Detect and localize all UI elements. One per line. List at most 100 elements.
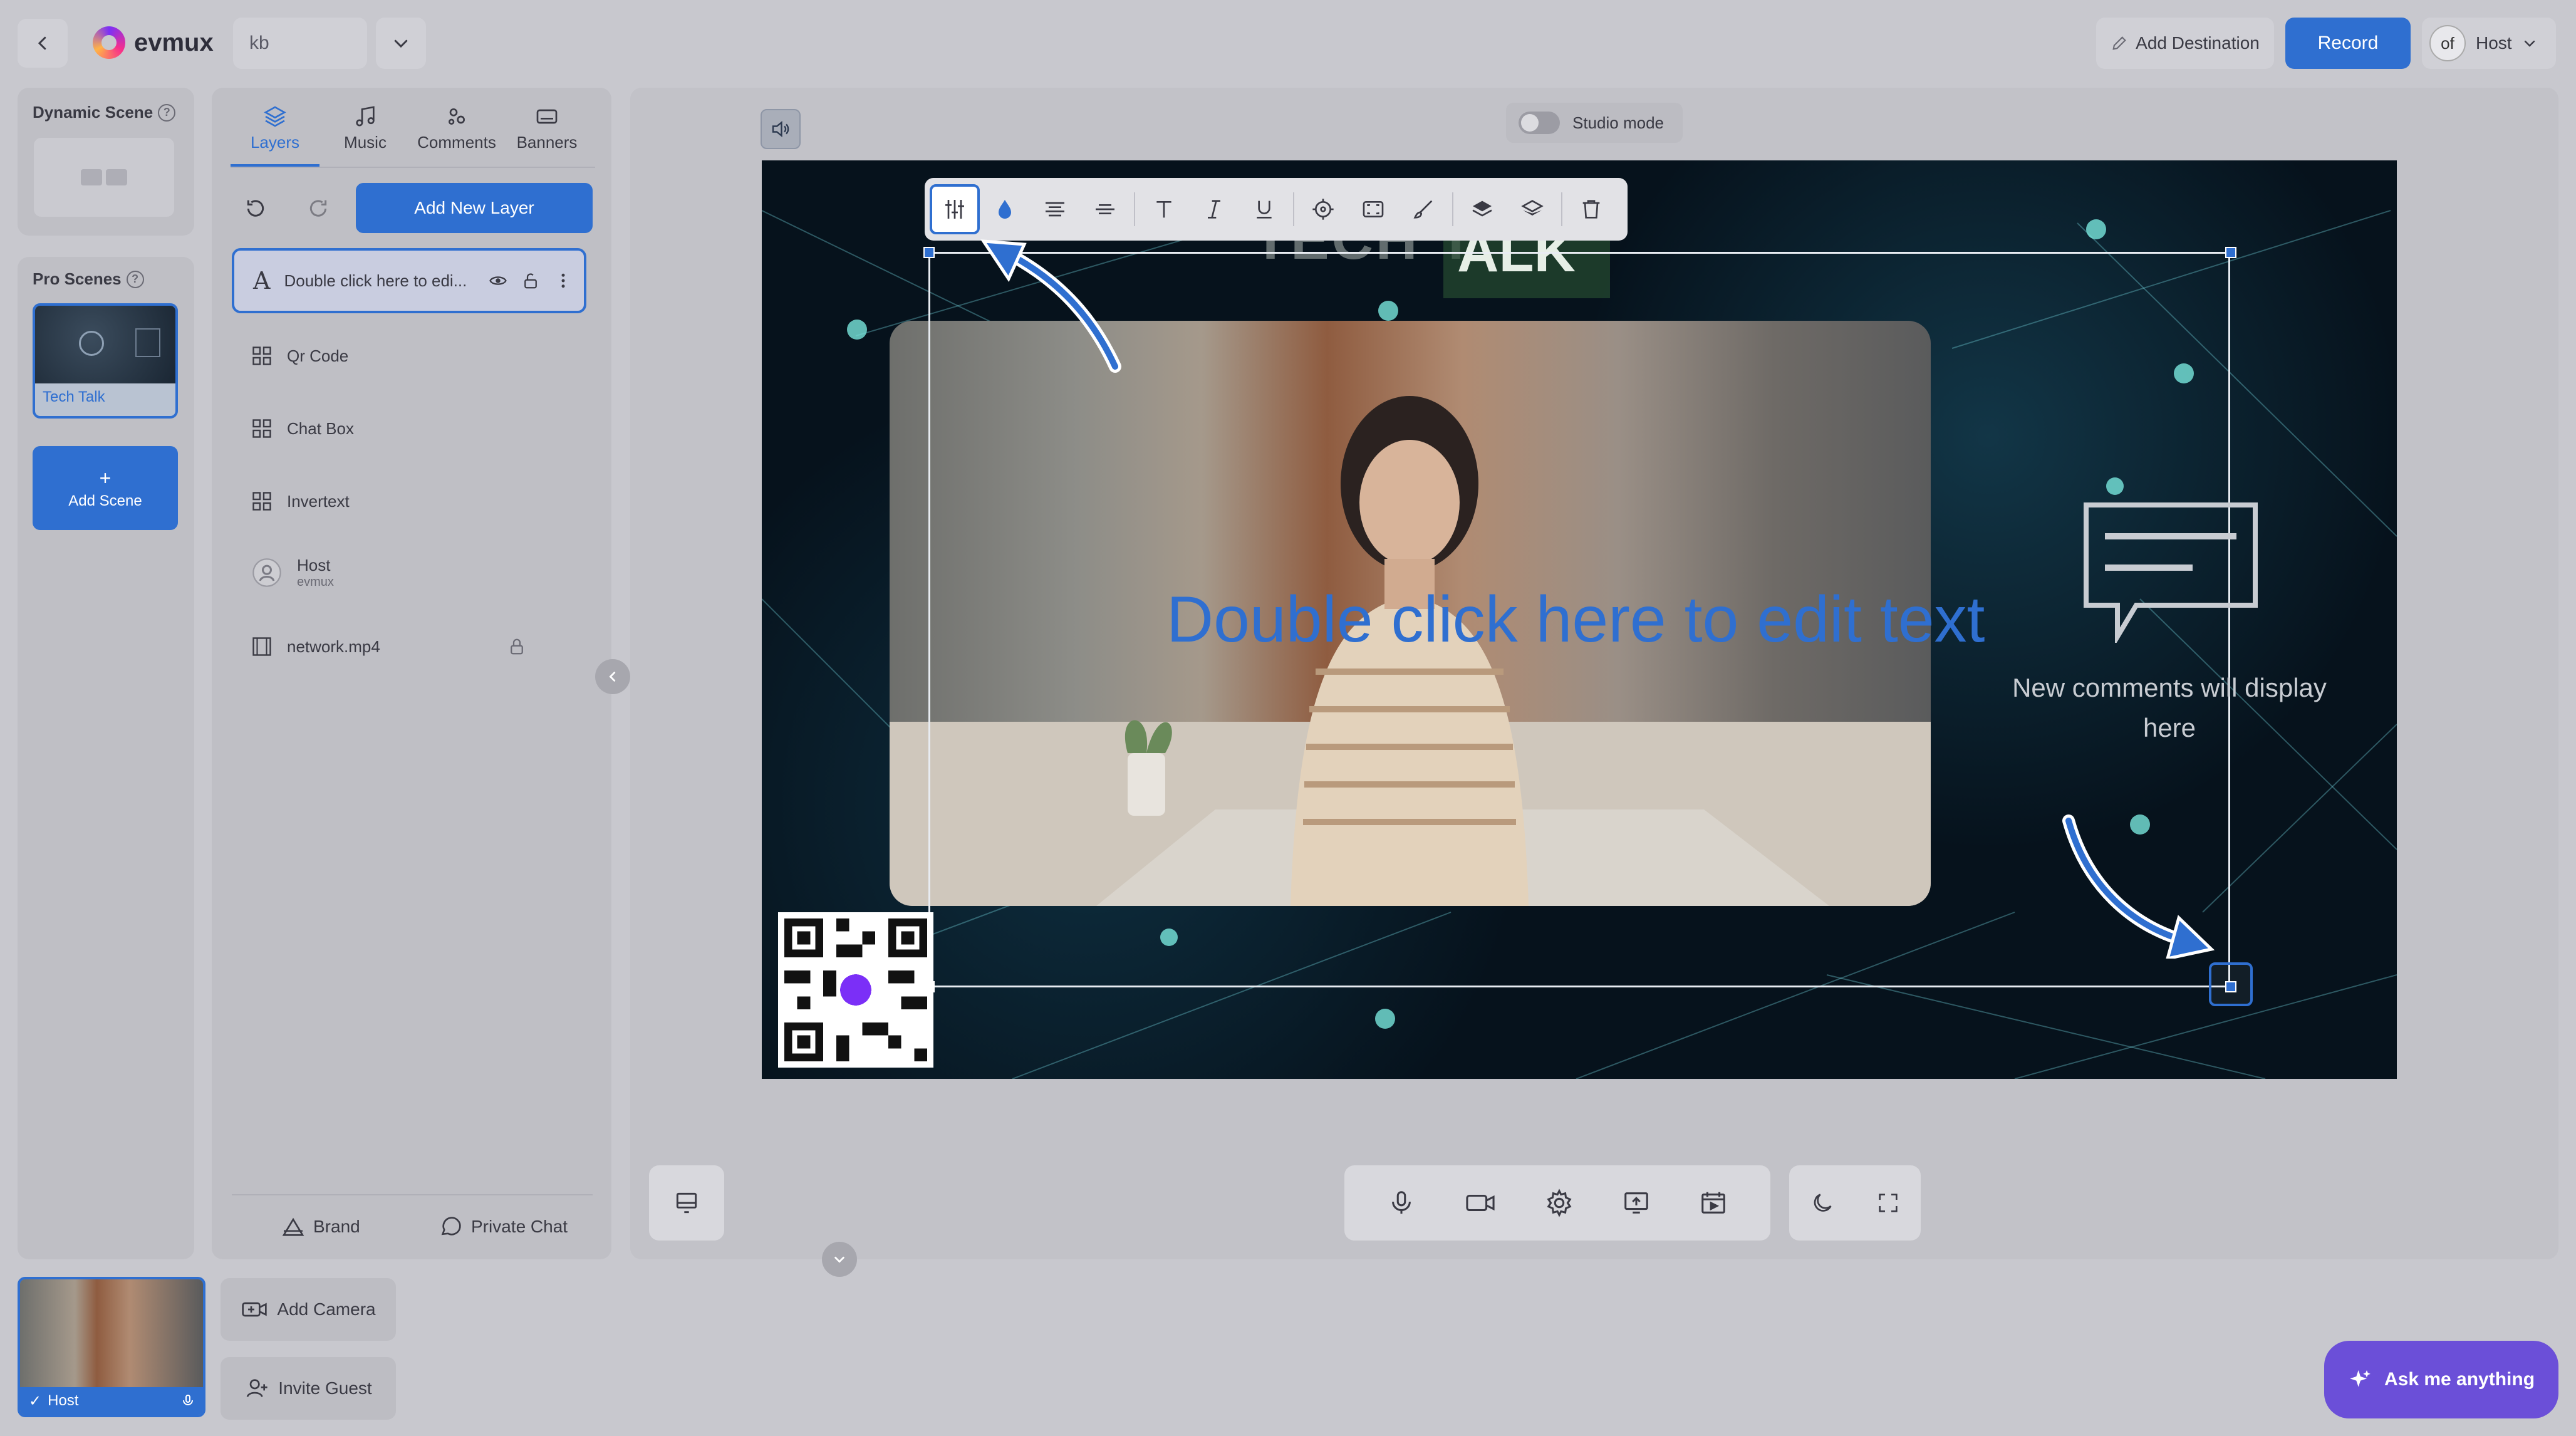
eye-icon[interactable] bbox=[489, 271, 507, 290]
layer-label: Invertext bbox=[287, 491, 350, 511]
pro-scenes-title: Pro Scenes ? bbox=[33, 269, 144, 289]
position-button[interactable] bbox=[1298, 184, 1348, 234]
brush-icon bbox=[1413, 200, 1433, 219]
scene-preview-image bbox=[35, 306, 175, 383]
gear-icon[interactable] bbox=[1545, 1189, 1574, 1217]
trash-icon bbox=[1582, 200, 1600, 219]
add-scene-label: Add Scene bbox=[68, 492, 142, 509]
add-destination-label: Add Destination bbox=[2136, 33, 2260, 53]
font-button[interactable] bbox=[1139, 184, 1189, 234]
resize-handle-top-right[interactable] bbox=[2225, 247, 2236, 258]
room-dropdown-button[interactable] bbox=[376, 18, 426, 69]
user-plus-icon bbox=[246, 1379, 267, 1397]
fit-frame-button[interactable] bbox=[1348, 184, 1398, 234]
layer-item-text[interactable]: A Double click here to edi... bbox=[232, 248, 586, 313]
view-controls bbox=[1789, 1165, 1921, 1241]
tutorial-arrow-toolbar bbox=[980, 239, 1121, 373]
italic-button[interactable] bbox=[1189, 184, 1239, 234]
studio-mode-toggle[interactable]: Studio mode bbox=[1506, 103, 1683, 143]
crosshair-icon bbox=[1312, 199, 1334, 220]
layers-icon bbox=[264, 106, 286, 127]
ask-assistant-button[interactable]: Ask me anything bbox=[2324, 1341, 2558, 1418]
share-screen-icon[interactable] bbox=[1622, 1189, 1651, 1217]
chevron-down-icon bbox=[834, 1256, 844, 1263]
widget-icon bbox=[252, 419, 271, 438]
widget-icon bbox=[252, 346, 271, 365]
app-logo[interactable]: evmux bbox=[93, 26, 214, 59]
camera-icon[interactable] bbox=[1464, 1189, 1497, 1217]
logo-mark-icon bbox=[93, 26, 125, 59]
back-button[interactable] bbox=[18, 19, 68, 68]
delete-layer-button[interactable] bbox=[1566, 184, 1616, 234]
resize-handle-top-left[interactable] bbox=[923, 247, 935, 258]
invite-guest-button[interactable]: Invite Guest bbox=[221, 1357, 396, 1420]
media-controls bbox=[1344, 1165, 1770, 1241]
tab-comments[interactable]: Comments bbox=[410, 104, 504, 152]
help-icon[interactable]: ? bbox=[158, 103, 176, 122]
layer-item-qr-code[interactable]: Qr Code bbox=[232, 323, 586, 388]
qr-pattern bbox=[784, 918, 927, 1061]
unlock-icon[interactable] bbox=[521, 271, 540, 290]
layer-item-invertext[interactable]: Invertext bbox=[232, 469, 586, 534]
editable-text-layer[interactable]: Double click here to edit text bbox=[1166, 583, 1985, 657]
add-camera-label: Add Camera bbox=[277, 1299, 376, 1319]
tab-banners[interactable]: Banners bbox=[500, 104, 594, 152]
fullscreen-icon[interactable] bbox=[1876, 1190, 1901, 1215]
layer-item-network-video[interactable]: network.mp4 bbox=[232, 614, 586, 679]
layout-button[interactable] bbox=[649, 1165, 724, 1241]
qr-code[interactable] bbox=[778, 912, 933, 1068]
volume-button[interactable] bbox=[761, 109, 801, 149]
tab-layers[interactable]: Layers bbox=[228, 104, 322, 152]
camera-label-bar: ✓ Host bbox=[20, 1387, 203, 1415]
panel-footer-divider bbox=[232, 1194, 593, 1195]
collapse-panel-button[interactable] bbox=[595, 659, 630, 694]
underline-button[interactable] bbox=[1239, 184, 1289, 234]
host-camera-tile[interactable]: ✓ Host bbox=[18, 1277, 205, 1417]
dark-mode-icon[interactable] bbox=[1810, 1190, 1835, 1215]
help-icon[interactable]: ? bbox=[126, 270, 144, 288]
text-icon: A bbox=[253, 267, 271, 294]
vertical-align-button[interactable] bbox=[1080, 184, 1130, 234]
redo-button[interactable] bbox=[301, 187, 336, 231]
redo-icon bbox=[309, 200, 327, 217]
media-library-icon[interactable] bbox=[1699, 1189, 1728, 1217]
add-destination-button[interactable]: Add Destination bbox=[2096, 18, 2274, 69]
microphone-icon[interactable] bbox=[1387, 1189, 1416, 1217]
private-chat-button[interactable]: Private Chat bbox=[439, 1214, 568, 1239]
add-scene-button[interactable]: + Add Scene bbox=[33, 446, 178, 530]
adjust-settings-button[interactable] bbox=[930, 184, 980, 234]
chevron-down-icon bbox=[394, 39, 408, 48]
undo-button[interactable] bbox=[238, 187, 273, 231]
brand-button[interactable]: Brand bbox=[281, 1214, 360, 1239]
expand-tray-button[interactable] bbox=[822, 1242, 857, 1277]
align-center-button[interactable] bbox=[1030, 184, 1080, 234]
user-menu[interactable]: of Host bbox=[2422, 18, 2556, 69]
text-color-button[interactable] bbox=[980, 184, 1030, 234]
layer-item-host[interactable]: Host evmux bbox=[232, 540, 586, 605]
tab-label: Comments bbox=[417, 133, 496, 152]
toggle-switch[interactable] bbox=[1519, 112, 1560, 134]
add-new-layer-button[interactable]: Add New Layer bbox=[356, 183, 593, 233]
studio-mode-label: Studio mode bbox=[1572, 113, 1664, 132]
microphone-icon[interactable] bbox=[180, 1393, 195, 1408]
resize-handle-bottom-right-dot[interactable] bbox=[2225, 981, 2236, 992]
sliders-icon bbox=[945, 200, 964, 219]
room-name-field[interactable]: kb bbox=[233, 18, 367, 69]
scene-tech-talk[interactable]: Tech Talk bbox=[33, 303, 178, 419]
add-camera-button[interactable]: Add Camera bbox=[221, 1278, 396, 1341]
brush-button[interactable] bbox=[1398, 184, 1448, 234]
bring-forward-button[interactable] bbox=[1457, 184, 1507, 234]
undo-icon bbox=[247, 200, 264, 217]
brand-label: Brand bbox=[313, 1217, 360, 1236]
record-button[interactable]: Record bbox=[2285, 18, 2411, 69]
chevron-left-icon bbox=[609, 672, 616, 682]
speaker-icon bbox=[772, 121, 789, 137]
lock-icon[interactable] bbox=[507, 637, 526, 656]
layer-item-chat-box[interactable]: Chat Box bbox=[232, 396, 586, 461]
comments-placeholder: New comments will display here bbox=[2012, 673, 2327, 742]
dynamic-scene-thumbnail[interactable] bbox=[34, 138, 174, 217]
tab-music[interactable]: Music bbox=[318, 104, 412, 152]
send-backward-button[interactable] bbox=[1507, 184, 1557, 234]
expand-frame-icon bbox=[1363, 201, 1384, 217]
more-vertical-icon[interactable] bbox=[554, 271, 573, 290]
